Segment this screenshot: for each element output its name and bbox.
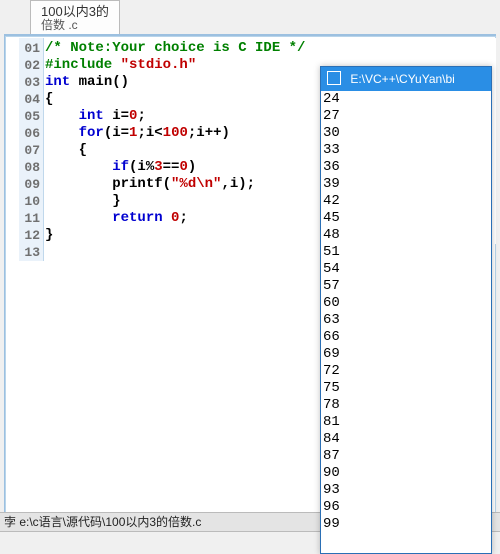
- line-number: 03: [19, 74, 43, 91]
- console-line: 36: [323, 159, 491, 176]
- console-line: 87: [323, 448, 491, 465]
- console-line: 93: [323, 482, 491, 499]
- line-number: 05: [19, 108, 43, 125]
- console-line: 75: [323, 380, 491, 397]
- console-line: 60: [323, 295, 491, 312]
- console-line: 51: [323, 244, 491, 261]
- status-path: 孛 e:\c语言\源代码\100以内3的倍数.c: [4, 515, 201, 529]
- console-line: 39: [323, 176, 491, 193]
- console-line: 72: [323, 363, 491, 380]
- line-number: 02: [19, 57, 43, 74]
- console-titlebar[interactable]: E:\VC++\CYuYan\bi: [321, 67, 491, 91]
- console-line: 84: [323, 431, 491, 448]
- console-output[interactable]: 2427303336394245485154576063666972757881…: [321, 91, 491, 553]
- console-line: 90: [323, 465, 491, 482]
- console-title-text: E:\VC++\CYuYan\bi: [350, 72, 455, 86]
- line-number: 07: [19, 142, 43, 159]
- console-line: 63: [323, 312, 491, 329]
- code-line[interactable]: /* Note:Your choice is C IDE */: [45, 40, 496, 57]
- line-number: 10: [19, 193, 43, 210]
- file-tab-line2: 倍数 .c: [41, 19, 109, 32]
- console-line: 69: [323, 346, 491, 363]
- console-line: 57: [323, 278, 491, 295]
- console-line: 99: [323, 516, 491, 533]
- line-number: 08: [19, 159, 43, 176]
- line-number: 09: [19, 176, 43, 193]
- console-line: 45: [323, 210, 491, 227]
- console-line: 27: [323, 108, 491, 125]
- console-app-icon: [327, 71, 341, 85]
- line-number: 04: [19, 91, 43, 108]
- console-line: 66: [323, 329, 491, 346]
- console-line: 96: [323, 499, 491, 516]
- line-number: 06: [19, 125, 43, 142]
- line-number: 11: [19, 210, 43, 227]
- console-line: 24: [323, 91, 491, 108]
- console-line: 78: [323, 397, 491, 414]
- line-number-gutter: 01020304050607080910111213: [19, 38, 44, 261]
- file-tab[interactable]: 100以内3的 倍数 .c: [30, 0, 120, 34]
- line-number: 12: [19, 227, 43, 244]
- console-line: 33: [323, 142, 491, 159]
- console-line: 42: [323, 193, 491, 210]
- console-line: 54: [323, 261, 491, 278]
- console-window[interactable]: E:\VC++\CYuYan\bi 2427303336394245485154…: [320, 66, 492, 554]
- console-line: 81: [323, 414, 491, 431]
- console-line: 30: [323, 125, 491, 142]
- line-number: 01: [19, 40, 43, 57]
- line-number: 13: [19, 244, 43, 261]
- console-line: 48: [323, 227, 491, 244]
